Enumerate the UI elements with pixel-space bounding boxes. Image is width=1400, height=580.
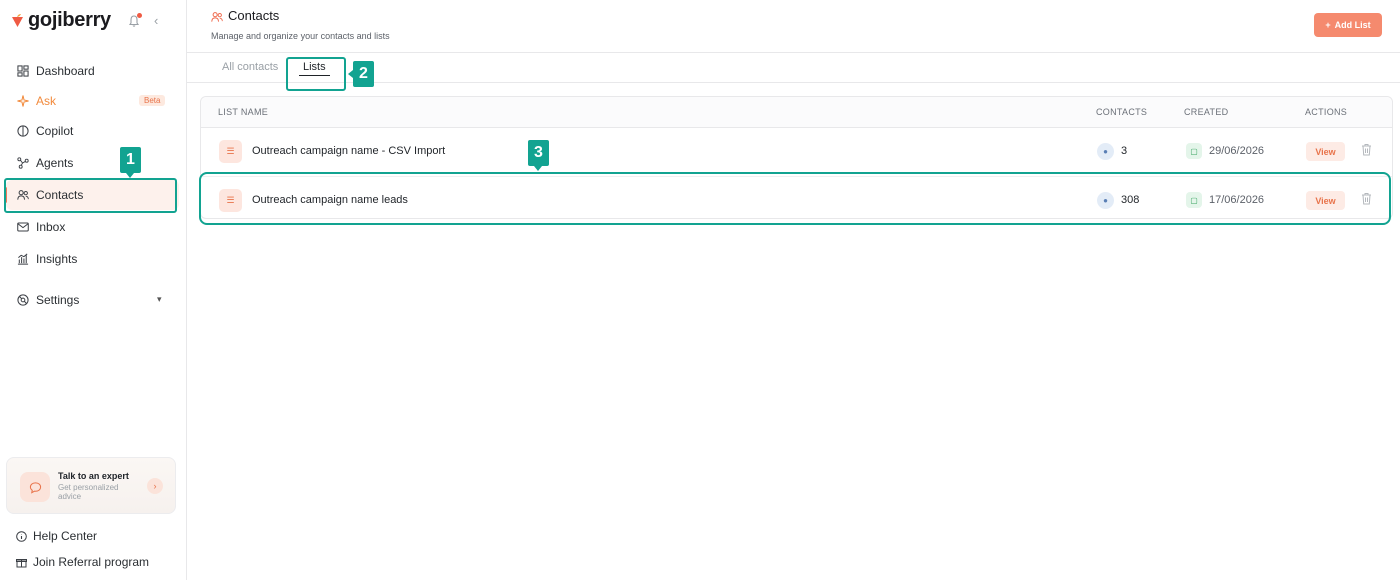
- main-content: Contacts Manage and organize your contac…: [187, 0, 1400, 580]
- beta-badge: Beta: [139, 95, 166, 106]
- sidebar-item-label: Ask: [36, 94, 57, 108]
- tab-all-contacts[interactable]: All contacts: [222, 61, 278, 73]
- sidebar-item-contacts[interactable]: Contacts: [4, 180, 179, 210]
- column-header-created[interactable]: CREATED: [1184, 107, 1228, 117]
- referral-program-link[interactable]: Join Referral program: [16, 555, 149, 569]
- table-row[interactable]: ☰ Outreach campaign name - CSV Import ● …: [201, 128, 1392, 176]
- expert-subtitle: Get personalized advice: [58, 483, 119, 501]
- created-date: 17/06/2026: [1209, 194, 1265, 206]
- list-icon: ☰: [219, 140, 242, 163]
- add-list-label: Add List: [1334, 20, 1371, 30]
- page-title: Contacts: [228, 8, 280, 23]
- sidebar: gojiberry ‹ Dashboard Ask Beta Copilot A…: [0, 0, 187, 580]
- created-date: 29/06/2026: [1209, 145, 1265, 157]
- sidebar-item-label: Insights: [36, 252, 78, 266]
- contacts-count: 3: [1121, 145, 1128, 157]
- chart-icon: [16, 253, 29, 266]
- sidebar-item-label: Inbox: [36, 220, 66, 234]
- page-subtitle: Manage and organize your contacts and li…: [211, 31, 390, 41]
- list-name[interactable]: Outreach campaign name leads: [252, 194, 408, 206]
- notification-dot: [137, 13, 142, 18]
- settings-icon: [16, 294, 29, 307]
- step-badge-3: 3: [528, 140, 549, 171]
- sidebar-nav: Dashboard Ask Beta Copilot Agents Contac…: [0, 56, 187, 315]
- notification-bell-icon[interactable]: [127, 13, 142, 28]
- info-icon: [16, 530, 27, 542]
- user-icon: ●: [1097, 143, 1114, 160]
- sidebar-item-agents[interactable]: Agents: [0, 148, 187, 178]
- view-button[interactable]: View: [1306, 142, 1345, 161]
- plus-icon: +: [1325, 20, 1331, 30]
- sidebar-item-ask[interactable]: Ask Beta: [0, 86, 187, 116]
- sidebar-item-label: Dashboard: [36, 64, 95, 78]
- sidebar-item-copilot[interactable]: Copilot: [0, 116, 187, 146]
- mail-icon: [16, 221, 29, 234]
- sparkle-icon: [16, 95, 29, 108]
- column-header-contacts[interactable]: CONTACTS: [1096, 107, 1147, 117]
- copilot-icon: [16, 125, 29, 138]
- calendar-icon: ▢: [1186, 143, 1202, 159]
- gift-icon: [16, 557, 27, 568]
- view-button[interactable]: View: [1306, 191, 1345, 210]
- step-badge-1: 1: [120, 147, 141, 178]
- column-header-actions: ACTIONS: [1305, 107, 1348, 117]
- sidebar-item-inbox[interactable]: Inbox: [0, 212, 187, 242]
- chat-bubble-icon: [20, 472, 50, 502]
- chevron-right-icon[interactable]: ›: [147, 478, 163, 494]
- column-header-list-name[interactable]: LIST NAME: [218, 107, 268, 117]
- help-center-link[interactable]: Help Center: [16, 529, 97, 543]
- help-center-label: Help Center: [33, 529, 98, 543]
- list-name[interactable]: Outreach campaign name - CSV Import: [252, 145, 445, 157]
- grid-icon: [16, 65, 29, 78]
- collapse-sidebar-icon[interactable]: ‹: [154, 13, 158, 28]
- chevron-down-icon: ▾: [157, 294, 162, 304]
- sidebar-item-label: Contacts: [36, 188, 84, 202]
- calendar-icon: ▢: [1186, 192, 1202, 208]
- berry-logo-icon: [12, 14, 23, 27]
- sidebar-item-label: Copilot: [36, 124, 74, 138]
- add-list-button[interactable]: + Add List: [1314, 13, 1382, 37]
- sidebar-item-label: Agents: [36, 156, 74, 170]
- contacts-count: 308: [1121, 194, 1140, 206]
- brand-name: gojiberry: [28, 9, 111, 31]
- tab-lists[interactable]: Lists: [299, 61, 330, 76]
- trash-icon[interactable]: [1361, 192, 1372, 205]
- sidebar-item-dashboard[interactable]: Dashboard: [0, 56, 187, 86]
- lists-table: LIST NAME CONTACTS CREATED ACTIONS ☰ Out…: [200, 96, 1393, 219]
- contacts-header-icon: [211, 10, 223, 22]
- table-header: LIST NAME CONTACTS CREATED ACTIONS: [201, 97, 1392, 128]
- referral-program-label: Join Referral program: [33, 555, 150, 569]
- sidebar-item-label: Settings: [36, 293, 80, 307]
- brand-logo[interactable]: gojiberry: [10, 9, 111, 32]
- sidebar-item-settings[interactable]: Settings ▾: [0, 285, 187, 315]
- trash-icon[interactable]: [1361, 143, 1372, 156]
- users-icon: [16, 189, 29, 202]
- agents-icon: [16, 157, 29, 170]
- table-row[interactable]: ☰ Outreach campaign name leads ● 308 ▢ 1…: [201, 176, 1392, 224]
- talk-to-expert-card[interactable]: Talk to an expert Get personalized advic…: [6, 457, 176, 514]
- expert-title: Talk to an expert: [58, 471, 129, 481]
- step-badge-2: 2: [348, 61, 374, 87]
- sidebar-item-insights[interactable]: Insights: [0, 244, 187, 274]
- list-icon: ☰: [219, 189, 242, 212]
- user-icon: ●: [1097, 192, 1114, 209]
